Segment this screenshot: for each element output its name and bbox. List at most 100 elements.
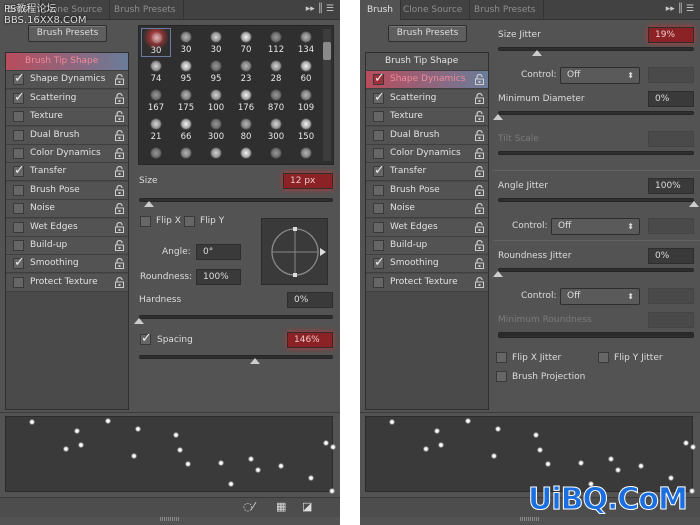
list-item-smoothing[interactable]: Smoothing (366, 255, 488, 274)
brush-tip[interactable]: 30 (171, 28, 201, 57)
lock-icon[interactable] (115, 184, 124, 196)
angle-jitter-slider-thumb[interactable] (689, 201, 699, 207)
size-jitter-control[interactable]: Off ⬍ (560, 67, 640, 84)
brush-presets-button[interactable]: Brush Presets (388, 25, 467, 42)
panel-menu-icon[interactable]: ▸▸ ║ ☰ (666, 4, 694, 14)
size-slider-thumb[interactable] (143, 201, 154, 207)
list-item-brush-tip-shape[interactable]: Brush Tip Shape (6, 53, 128, 71)
checkbox[interactable] (13, 203, 24, 215)
checkbox[interactable] (13, 163, 25, 178)
lock-icon[interactable] (475, 111, 484, 123)
checkbox[interactable] (373, 221, 384, 233)
size-slider[interactable] (139, 198, 333, 202)
lock-icon[interactable] (475, 184, 484, 196)
brush-tip[interactable]: 70 (231, 28, 261, 57)
lock-icon[interactable] (475, 166, 484, 178)
lock-icon[interactable] (115, 147, 124, 159)
brush-tip[interactable]: 30 (201, 28, 231, 57)
flip-y-checkbox[interactable] (184, 216, 195, 227)
list-item-protect-texture[interactable]: Protect Texture (366, 273, 488, 292)
checkbox[interactable] (373, 184, 384, 196)
roundness-jitter-slider[interactable] (498, 268, 694, 272)
list-item-texture[interactable]: Texture (6, 108, 128, 127)
checkbox[interactable] (373, 276, 384, 288)
lock-icon[interactable] (475, 203, 484, 215)
size-jitter-slider[interactable] (498, 47, 694, 51)
list-item-shape-dynamics[interactable]: Shape Dynamics (366, 71, 488, 90)
checkbox[interactable] (373, 111, 384, 123)
lock-icon[interactable] (475, 258, 484, 270)
brush-tip[interactable]: 134 (291, 28, 321, 57)
checkbox[interactable] (13, 129, 24, 141)
lock-icon[interactable] (115, 92, 124, 104)
angle-jitter-control[interactable]: Off ⬍ (551, 218, 640, 235)
brush-tip[interactable]: 176 (231, 86, 261, 115)
brush-projection-checkbox[interactable] (496, 371, 507, 382)
brush-tip[interactable]: 30 (141, 28, 171, 57)
checkbox[interactable] (13, 71, 25, 86)
lock-icon[interactable] (115, 239, 124, 251)
checkbox[interactable] (13, 240, 24, 251)
brush-tip[interactable]: 112 (261, 28, 291, 57)
list-item-dual-brush[interactable]: Dual Brush (6, 126, 128, 145)
grid-icon[interactable]: ▦ (276, 500, 286, 513)
tab-brush-presets[interactable]: Brush Presets (467, 0, 544, 20)
grid-scroll-thumb[interactable] (323, 42, 331, 60)
list-item-scattering[interactable]: Scattering (366, 89, 488, 108)
list-item-build-up[interactable]: Build-up (366, 237, 488, 255)
lock-icon[interactable] (475, 276, 484, 288)
brush-tip[interactable]: 95 (201, 57, 231, 86)
tab-brush-presets[interactable]: Brush Presets (107, 0, 184, 20)
checkbox[interactable] (373, 163, 385, 178)
checkbox[interactable] (373, 203, 384, 215)
brush-tip[interactable]: 21 (141, 115, 171, 144)
resize-grip-icon[interactable] (520, 517, 540, 521)
size-value[interactable]: 12 px (283, 173, 333, 189)
lock-icon[interactable] (475, 221, 484, 233)
checkbox[interactable] (13, 148, 24, 159)
brush-tip[interactable]: 60 (291, 57, 321, 86)
brush-tip[interactable]: 150 (291, 115, 321, 144)
spacing-slider-thumb[interactable] (250, 358, 261, 364)
hardness-input[interactable]: 0% (287, 292, 333, 308)
brush-tip[interactable] (171, 144, 201, 173)
checkbox[interactable] (13, 184, 24, 196)
spacing-value[interactable]: 146% (287, 332, 333, 348)
size-jitter-value[interactable]: 19% (648, 27, 694, 43)
list-item-noise[interactable]: Noise (366, 200, 488, 219)
list-item-build-up[interactable]: Build-up (6, 237, 128, 255)
flip-x-checkbox[interactable] (140, 216, 151, 227)
checkbox[interactable] (13, 90, 25, 105)
list-item-scattering[interactable]: Scattering (6, 89, 128, 108)
brush-tip[interactable]: 74 (141, 57, 171, 86)
new-preset-icon[interactable]: ◪ (302, 500, 312, 513)
list-item-transfer[interactable]: Transfer (366, 163, 488, 182)
checkbox[interactable] (373, 255, 385, 270)
checkbox[interactable] (373, 240, 384, 251)
list-item-wet-edges[interactable]: Wet Edges (6, 218, 128, 237)
lock-icon[interactable] (475, 239, 484, 251)
brush-tip[interactable]: 300 (201, 115, 231, 144)
flip-x-jitter-checkbox[interactable] (496, 352, 507, 363)
lock-icon[interactable] (475, 129, 484, 141)
checkbox[interactable] (373, 71, 385, 86)
brush-tip[interactable]: 28 (261, 57, 291, 86)
size-jitter-slider-thumb[interactable] (532, 50, 543, 56)
list-item-wet-edges[interactable]: Wet Edges (366, 218, 488, 237)
minimum-diameter-value[interactable]: 0% (648, 91, 694, 107)
lock-icon[interactable] (115, 203, 124, 215)
roundness-jitter-value[interactable]: 0% (648, 248, 694, 264)
list-item-brush-tip-shape[interactable]: Brush Tip Shape (366, 53, 488, 71)
angle-roundness-widget[interactable] (261, 218, 328, 285)
brush-tip[interactable] (231, 144, 261, 173)
brush-tip[interactable]: 870 (261, 86, 291, 115)
brush-tip[interactable]: 109 (291, 86, 321, 115)
lock-icon[interactable] (115, 221, 124, 233)
angle-jitter-slider[interactable] (498, 198, 694, 202)
brush-tip[interactable]: 300 (261, 115, 291, 144)
brush-tip[interactable]: 175 (171, 86, 201, 115)
brush-tip[interactable]: 100 (201, 86, 231, 115)
lock-icon[interactable] (115, 74, 124, 86)
minimum-diameter-slider-thumb[interactable] (493, 114, 503, 120)
list-item-noise[interactable]: Noise (6, 200, 128, 219)
